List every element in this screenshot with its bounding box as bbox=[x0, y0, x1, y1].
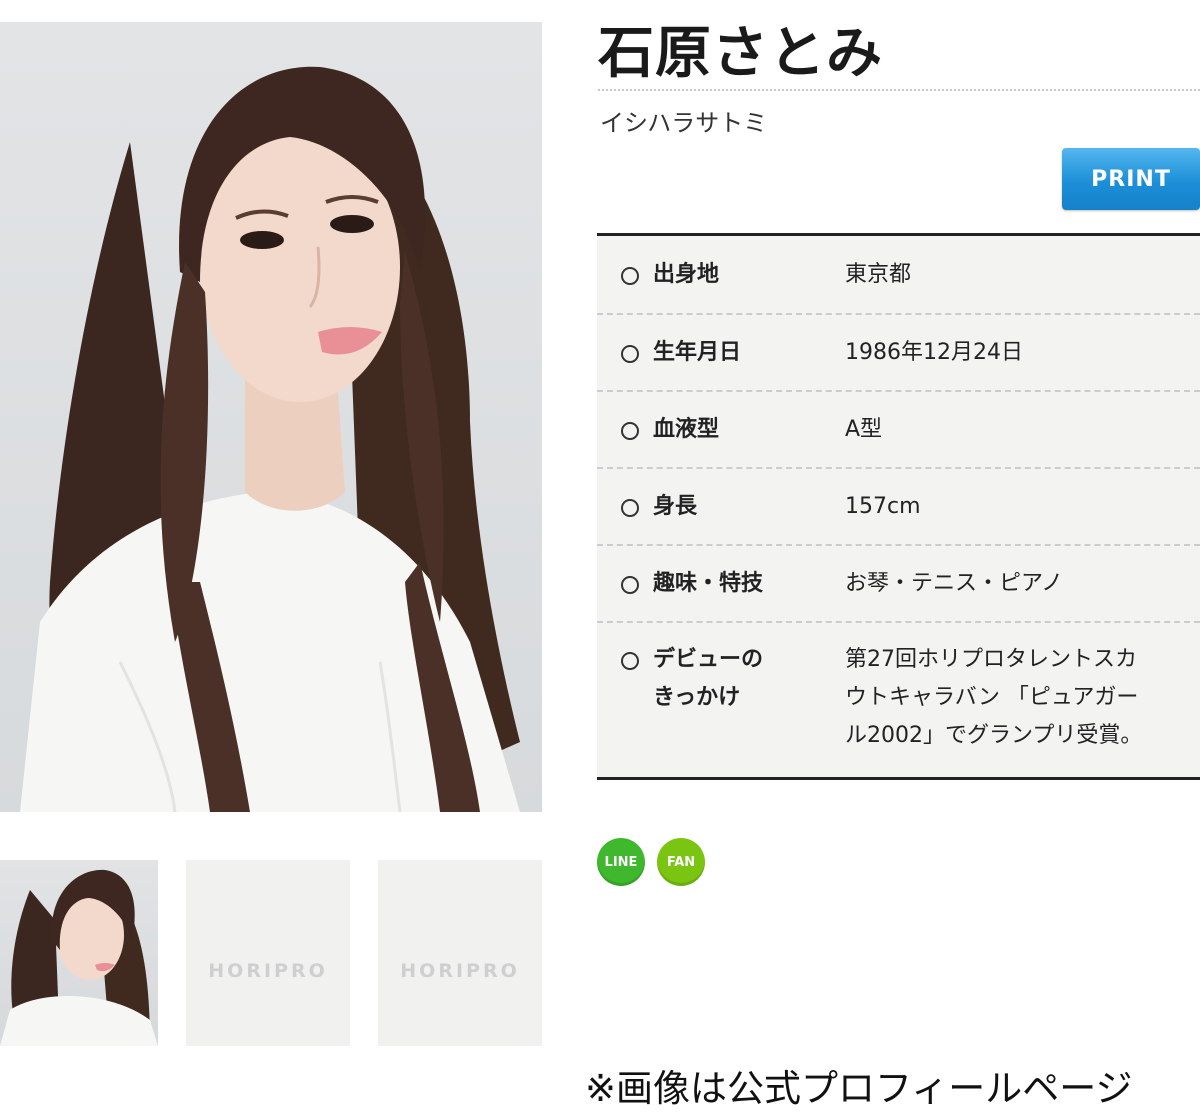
circle-bullet-icon bbox=[621, 575, 639, 594]
row-label: 生年月日 bbox=[653, 339, 742, 365]
circle-bullet-icon bbox=[621, 498, 639, 517]
portrait-illustration bbox=[20, 66, 520, 812]
circle-bullet-icon bbox=[621, 266, 639, 285]
row-value: 第27回ホリプロタレントスカ ウトキャラバン 「ピュアガー ル2002」でグラン… bbox=[845, 647, 1143, 748]
row-value: A型 bbox=[845, 416, 883, 442]
thumbnail-portrait bbox=[0, 869, 158, 1046]
gallery-thumbnail-3[interactable]: HORIPRO bbox=[378, 860, 542, 1046]
row-value: 157cm bbox=[845, 493, 921, 519]
divider bbox=[598, 89, 1200, 91]
row-label: 身長 bbox=[653, 493, 698, 519]
profile-row: 出身地 東京都 bbox=[597, 236, 1200, 315]
profile-row: 血液型 A型 bbox=[597, 392, 1200, 469]
row-label: デビューの きっかけ bbox=[653, 647, 764, 710]
row-label: 趣味・特技 bbox=[653, 570, 764, 596]
profile-name-kana: イシハラサトミ bbox=[600, 109, 768, 137]
profile-main-photo bbox=[0, 22, 542, 812]
row-value: 1986年12月24日 bbox=[845, 339, 1023, 365]
circle-bullet-icon bbox=[621, 421, 639, 440]
profile-name: 石原さとみ bbox=[598, 21, 883, 86]
row-value: お琴・テニス・ピアノ bbox=[845, 570, 1064, 596]
line-share-button[interactable]: LINE bbox=[597, 838, 645, 886]
profile-table: 出身地 東京都 生年月日 1986年12月24日 血液型 A型 身長 157cm… bbox=[597, 233, 1200, 780]
horipro-logo: HORIPRO bbox=[400, 960, 520, 982]
profile-row: 趣味・特技 お琴・テニス・ピアノ bbox=[597, 546, 1200, 623]
gallery-thumbnail-1[interactable] bbox=[0, 860, 158, 1046]
profile-row: 身長 157cm bbox=[597, 469, 1200, 546]
circle-bullet-icon bbox=[621, 652, 639, 670]
gallery-thumbnail-2[interactable]: HORIPRO bbox=[186, 860, 350, 1046]
profile-row: 生年月日 1986年12月24日 bbox=[597, 315, 1200, 392]
horipro-logo: HORIPRO bbox=[208, 960, 328, 982]
row-label: 出身地 bbox=[653, 261, 720, 287]
profile-row: デビューの きっかけ 第27回ホリプロタレントスカ ウトキャラバン 「ピュアガー… bbox=[597, 623, 1200, 777]
row-value: 東京都 bbox=[845, 261, 912, 287]
fan-button[interactable]: FAN bbox=[657, 838, 705, 886]
circle-bullet-icon bbox=[621, 344, 639, 363]
print-button[interactable]: PRINT bbox=[1062, 148, 1200, 210]
row-label: 血液型 bbox=[653, 416, 720, 442]
